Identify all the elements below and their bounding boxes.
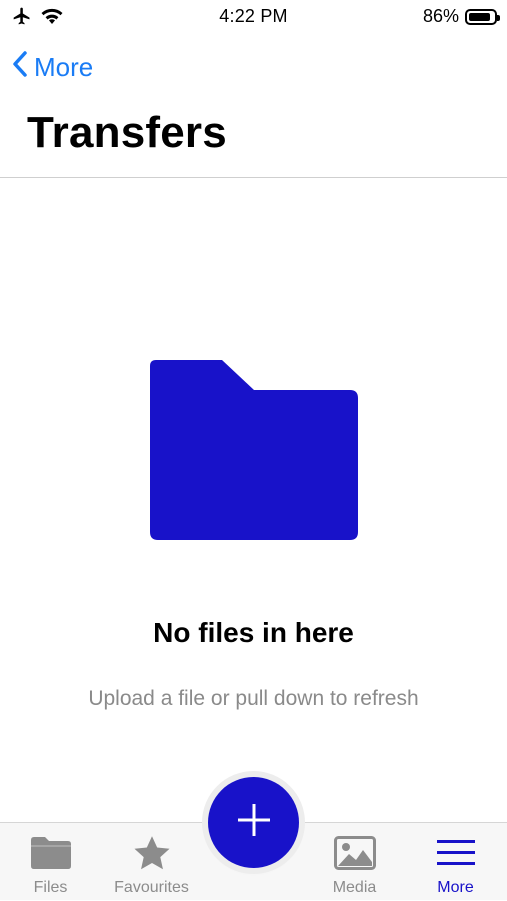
back-button[interactable]: More — [12, 50, 93, 85]
header-divider — [0, 177, 507, 178]
battery-percentage: 86% — [422, 6, 459, 26]
battery-icon — [465, 8, 500, 25]
chevron-left-icon — [12, 50, 28, 85]
tab-files[interactable]: Files — [0, 823, 101, 901]
tab-favourites-label: Favourites — [114, 879, 189, 896]
plus-icon — [236, 802, 272, 843]
image-icon — [304, 835, 405, 871]
status-right: 86% — [422, 6, 500, 27]
tab-more[interactable]: More — [405, 823, 506, 901]
tab-favourites[interactable]: Favourites — [101, 823, 202, 901]
tab-files-label: Files — [33, 879, 68, 896]
status-bar: 4:22 PM 86% — [0, 0, 507, 34]
empty-state-title: No files in here — [153, 617, 354, 648]
folder-icon — [150, 360, 358, 545]
empty-state-subtitle: Upload a file or pull down to refresh — [88, 687, 419, 710]
tab-media[interactable]: Media — [304, 823, 405, 901]
tab-media-label: Media — [332, 879, 377, 896]
add-button[interactable] — [208, 777, 299, 868]
back-label: More — [34, 52, 94, 82]
star-icon — [101, 835, 202, 871]
page-title: Transfers — [27, 108, 227, 157]
tab-more-label: More — [437, 879, 474, 896]
menu-icon — [405, 835, 506, 871]
folder-icon — [0, 835, 101, 871]
